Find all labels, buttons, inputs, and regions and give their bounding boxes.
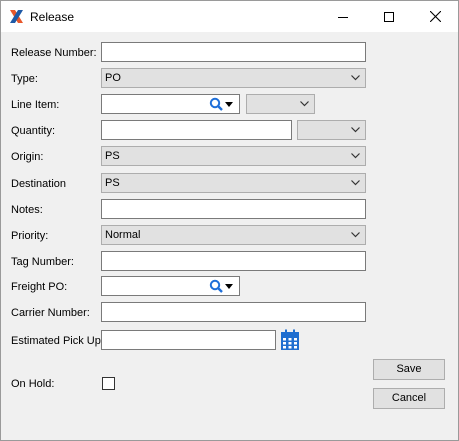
- chevron-down-icon: [351, 127, 360, 133]
- line-item-label: Line Item:: [11, 99, 60, 111]
- chevron-down-icon: [300, 101, 309, 107]
- type-label: Type:: [11, 73, 38, 85]
- release-number-label: Release Number:: [11, 47, 97, 59]
- quantity-input[interactable]: [101, 120, 292, 140]
- cancel-button[interactable]: Cancel: [373, 388, 445, 409]
- line-item-input[interactable]: [101, 94, 240, 114]
- notes-input[interactable]: [101, 199, 366, 219]
- tag-number-input[interactable]: [101, 251, 366, 271]
- minimize-button[interactable]: [320, 1, 366, 32]
- origin-select-value: PS: [105, 150, 120, 162]
- chevron-down-icon: [351, 232, 360, 238]
- origin-select[interactable]: PS: [101, 146, 366, 166]
- freight-po-input[interactable]: [101, 276, 240, 296]
- save-button[interactable]: Save: [373, 359, 445, 380]
- priority-select[interactable]: Normal: [101, 225, 366, 245]
- calendar-icon[interactable]: [280, 329, 300, 351]
- on-hold-label: On Hold:: [11, 378, 55, 390]
- release-dialog: Release Release Number: Type: PO Line It…: [0, 0, 459, 441]
- magnifier-dropdown-icon[interactable]: [209, 279, 237, 294]
- release-number-input[interactable]: [101, 42, 366, 62]
- line-item-secondary-select[interactable]: [246, 94, 315, 114]
- estimated-pick-up-label: Estimated Pick Up: [11, 335, 101, 347]
- type-select-value: PO: [105, 72, 121, 84]
- chevron-down-icon: [351, 153, 360, 159]
- window-title: Release: [30, 10, 75, 24]
- tag-number-label: Tag Number:: [11, 256, 74, 268]
- close-button[interactable]: [412, 1, 458, 32]
- maximize-icon: [384, 11, 394, 22]
- notes-label: Notes:: [11, 204, 43, 216]
- quantity-unit-select[interactable]: [297, 120, 366, 140]
- origin-label: Origin:: [11, 151, 44, 163]
- x-logo-icon: [10, 10, 23, 23]
- magnifier-dropdown-icon[interactable]: [209, 97, 237, 112]
- carrier-number-input[interactable]: [101, 302, 366, 322]
- carrier-number-label: Carrier Number:: [11, 307, 90, 319]
- on-hold-checkbox[interactable]: [102, 377, 115, 390]
- priority-label: Priority:: [11, 230, 49, 242]
- destination-select-value: PS: [105, 177, 120, 189]
- estimated-pick-up-input[interactable]: [101, 330, 276, 350]
- chevron-down-icon: [351, 180, 360, 186]
- freight-po-label: Freight PO:: [11, 281, 68, 293]
- destination-select[interactable]: PS: [101, 173, 366, 193]
- minimize-icon: [338, 16, 348, 18]
- type-select[interactable]: PO: [101, 68, 366, 88]
- quantity-label: Quantity:: [11, 125, 56, 137]
- priority-select-value: Normal: [105, 229, 141, 241]
- maximize-button[interactable]: [366, 1, 412, 32]
- chevron-down-icon: [351, 75, 360, 81]
- close-icon: [429, 11, 441, 22]
- destination-label: Destination: [11, 178, 67, 190]
- title-bar[interactable]: Release: [1, 1, 458, 32]
